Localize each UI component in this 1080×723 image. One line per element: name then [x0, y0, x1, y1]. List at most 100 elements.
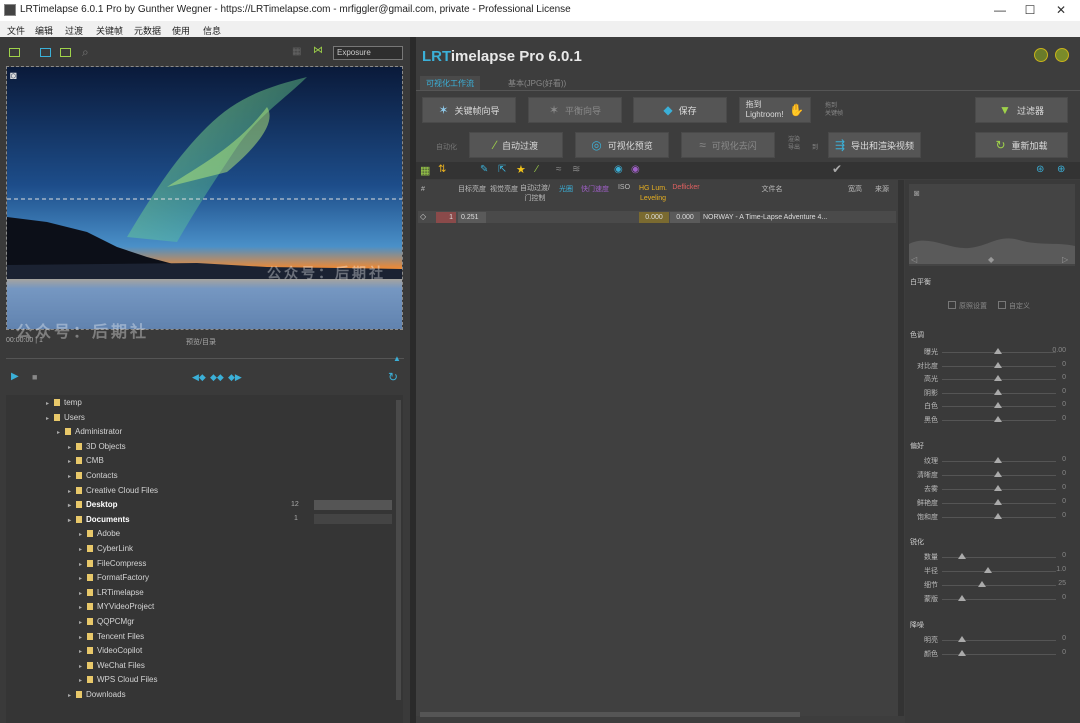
slider-track[interactable]	[942, 585, 1056, 586]
menu-use[interactable]: 使用	[172, 24, 190, 37]
tree-item[interactable]: ▸ Contacts	[68, 471, 118, 485]
slider-thumb[interactable]	[958, 553, 966, 559]
expand-arrow-icon[interactable]: ▸	[68, 458, 74, 465]
menu-metadata[interactable]: 元数据	[134, 24, 161, 37]
expand-arrow-icon[interactable]: ▸	[79, 634, 85, 641]
slider-thumb[interactable]	[994, 375, 1002, 382]
tab-basic[interactable]: 基本(JPG(好看))	[502, 76, 572, 90]
menu-transition[interactable]: 过渡	[65, 24, 83, 37]
slider-noise-1[interactable]: 颜色 0	[910, 648, 1070, 660]
slider-presence-1[interactable]: 清晰度 0	[910, 469, 1070, 481]
menu-file[interactable]: 文件	[7, 24, 25, 37]
slider-thumb[interactable]	[994, 471, 1002, 477]
menu-keyframes[interactable]: 关键帧	[96, 24, 123, 37]
wave2-icon[interactable]: ≋	[572, 164, 580, 175]
tree-item[interactable]: ▸ Desktop	[68, 500, 118, 514]
tree-item[interactable]: ▸ Users	[46, 413, 85, 427]
slider-presence-3[interactable]: 鲜艳度 0	[910, 497, 1070, 509]
minimize-button[interactable]: —	[985, 0, 1015, 21]
keyframe-wizard-button[interactable]: ✶ 关键帧向导	[422, 97, 516, 123]
slider-thumb[interactable]	[994, 457, 1002, 463]
slider-tone-3[interactable]: 阴影 0	[910, 387, 1070, 399]
slider-sharpen-2[interactable]: 细节 25	[910, 579, 1070, 591]
tree-item[interactable]: ▸ Administrator	[57, 427, 122, 441]
expand-arrow-icon[interactable]: ▸	[79, 648, 85, 655]
expand-arrow-icon[interactable]: ▸	[79, 546, 85, 553]
expand-arrow-icon[interactable]: ▸	[79, 677, 85, 684]
expand-arrow-icon[interactable]: ▸	[79, 531, 85, 538]
tree-item[interactable]: ▸ Downloads	[68, 690, 126, 704]
checkbox-as-shot[interactable]	[948, 301, 956, 309]
check-icon[interactable]: ✔	[832, 162, 842, 176]
expand-arrow-icon[interactable]: ▸	[79, 590, 85, 597]
slider-tone-0[interactable]: 曝光 0.00	[910, 346, 1070, 358]
render-export-button[interactable]: ⇶ 导出和渲染视频	[828, 132, 921, 158]
refresh-icon[interactable]: ↻	[388, 370, 398, 384]
slider-sharpen-3[interactable]: 蒙版 0	[910, 593, 1070, 605]
curve-icon[interactable]: ⋈	[313, 45, 323, 56]
menu-edit[interactable]: 编辑	[35, 24, 53, 37]
histogram-left-icon[interactable]: ◁	[911, 255, 917, 264]
tree-item[interactable]: ▸ Documents	[68, 515, 130, 529]
close-button[interactable]: ✕	[1046, 0, 1076, 21]
sort-icon[interactable]: ⇅	[438, 164, 446, 175]
slider-tone-5[interactable]: 黑色 0	[910, 414, 1070, 426]
edit-icon[interactable]: ✎	[480, 164, 488, 175]
tree-item[interactable]: ▸ Creative Cloud Files	[68, 486, 158, 500]
keyframe-add-icon[interactable]: ◆◆	[210, 372, 224, 383]
slider-thumb[interactable]	[958, 595, 966, 601]
expand-arrow-icon[interactable]: ▸	[46, 415, 52, 422]
tree-item[interactable]: ▸ MYVideoProject	[79, 602, 154, 616]
dev-panel-divider[interactable]	[898, 180, 904, 716]
expand-arrow-icon[interactable]: ▸	[68, 517, 74, 524]
status-icon-1[interactable]	[1034, 48, 1048, 62]
slider-presence-4[interactable]: 饱和度 0	[910, 511, 1070, 523]
tree-item[interactable]: ▸ VideoCopilot	[79, 646, 142, 660]
slider-tone-2[interactable]: 高光 0	[910, 373, 1070, 385]
stop-icon[interactable]: ■	[32, 372, 37, 382]
tree-item[interactable]: ▸ WeChat Files	[79, 661, 145, 675]
curve-small-icon[interactable]: ∕	[536, 164, 538, 175]
histogram-mid-icon[interactable]: ◆	[988, 255, 994, 264]
sync-icon[interactable]: ⊛	[1036, 164, 1044, 175]
tree-item[interactable]: ▸ CMB	[68, 456, 104, 470]
slider-thumb[interactable]	[994, 348, 1002, 354]
slider-noise-0[interactable]: 明亮 0	[910, 634, 1070, 646]
open-folder-icon[interactable]	[9, 48, 20, 57]
search-icon[interactable]: ⌕	[82, 45, 89, 60]
expand-arrow-icon[interactable]: ▸	[68, 488, 74, 495]
preview-image[interactable]: 公众号：后期社	[6, 66, 403, 330]
menu-info[interactable]: 信息	[203, 24, 221, 37]
tree-scrollbar[interactable]	[396, 400, 401, 700]
purple-ring-icon[interactable]: ◉	[631, 164, 640, 175]
reload-button[interactable]: ↻ 重新加载	[975, 132, 1068, 158]
hdr-wizard-button[interactable]: ✶ 平衡向导	[528, 97, 622, 123]
export-small-icon[interactable]: ⇱	[498, 164, 506, 175]
expand-arrow-icon[interactable]: ▸	[79, 663, 85, 670]
slider-thumb[interactable]	[994, 361, 1002, 368]
expand-arrow-icon[interactable]: ▸	[79, 619, 85, 626]
slider-thumb[interactable]	[994, 485, 1002, 491]
slider-tone-1[interactable]: 对比度 0	[910, 360, 1070, 372]
expand-arrow-icon[interactable]: ▸	[46, 400, 52, 407]
tree-item[interactable]: ▸ temp	[46, 398, 82, 412]
keyframe-prev-icon[interactable]: ◀◆	[192, 372, 206, 383]
slider-thumb[interactable]	[958, 650, 966, 656]
slider-track[interactable]	[942, 571, 1056, 572]
download-icon[interactable]: ⊕	[1057, 164, 1065, 175]
expand-arrow-icon[interactable]: ▸	[68, 473, 74, 480]
tree-item[interactable]: ▸ FileCompress	[79, 559, 146, 573]
slider-thumb[interactable]	[978, 581, 986, 587]
slider-presence-2[interactable]: 去雾 0	[910, 483, 1070, 495]
timeline-track[interactable]	[6, 358, 404, 359]
tree-item[interactable]: ▸ Tencent Files	[79, 632, 144, 646]
tree-item[interactable]: ▸ QQPCMgr	[79, 617, 134, 631]
histogram-right-icon[interactable]: ▷	[1062, 255, 1068, 264]
tree-item[interactable]: ▸ LRTimelapse	[79, 588, 144, 602]
tree-item[interactable]: ▸ WPS Cloud Files	[79, 675, 157, 689]
row-keyframe-icon[interactable]: ◇	[420, 212, 426, 221]
expand-arrow-icon[interactable]: ▸	[68, 692, 74, 699]
image-icon[interactable]	[60, 48, 71, 57]
visual-ring-icon[interactable]: ◉	[614, 164, 623, 175]
slider-thumb[interactable]	[994, 513, 1002, 519]
